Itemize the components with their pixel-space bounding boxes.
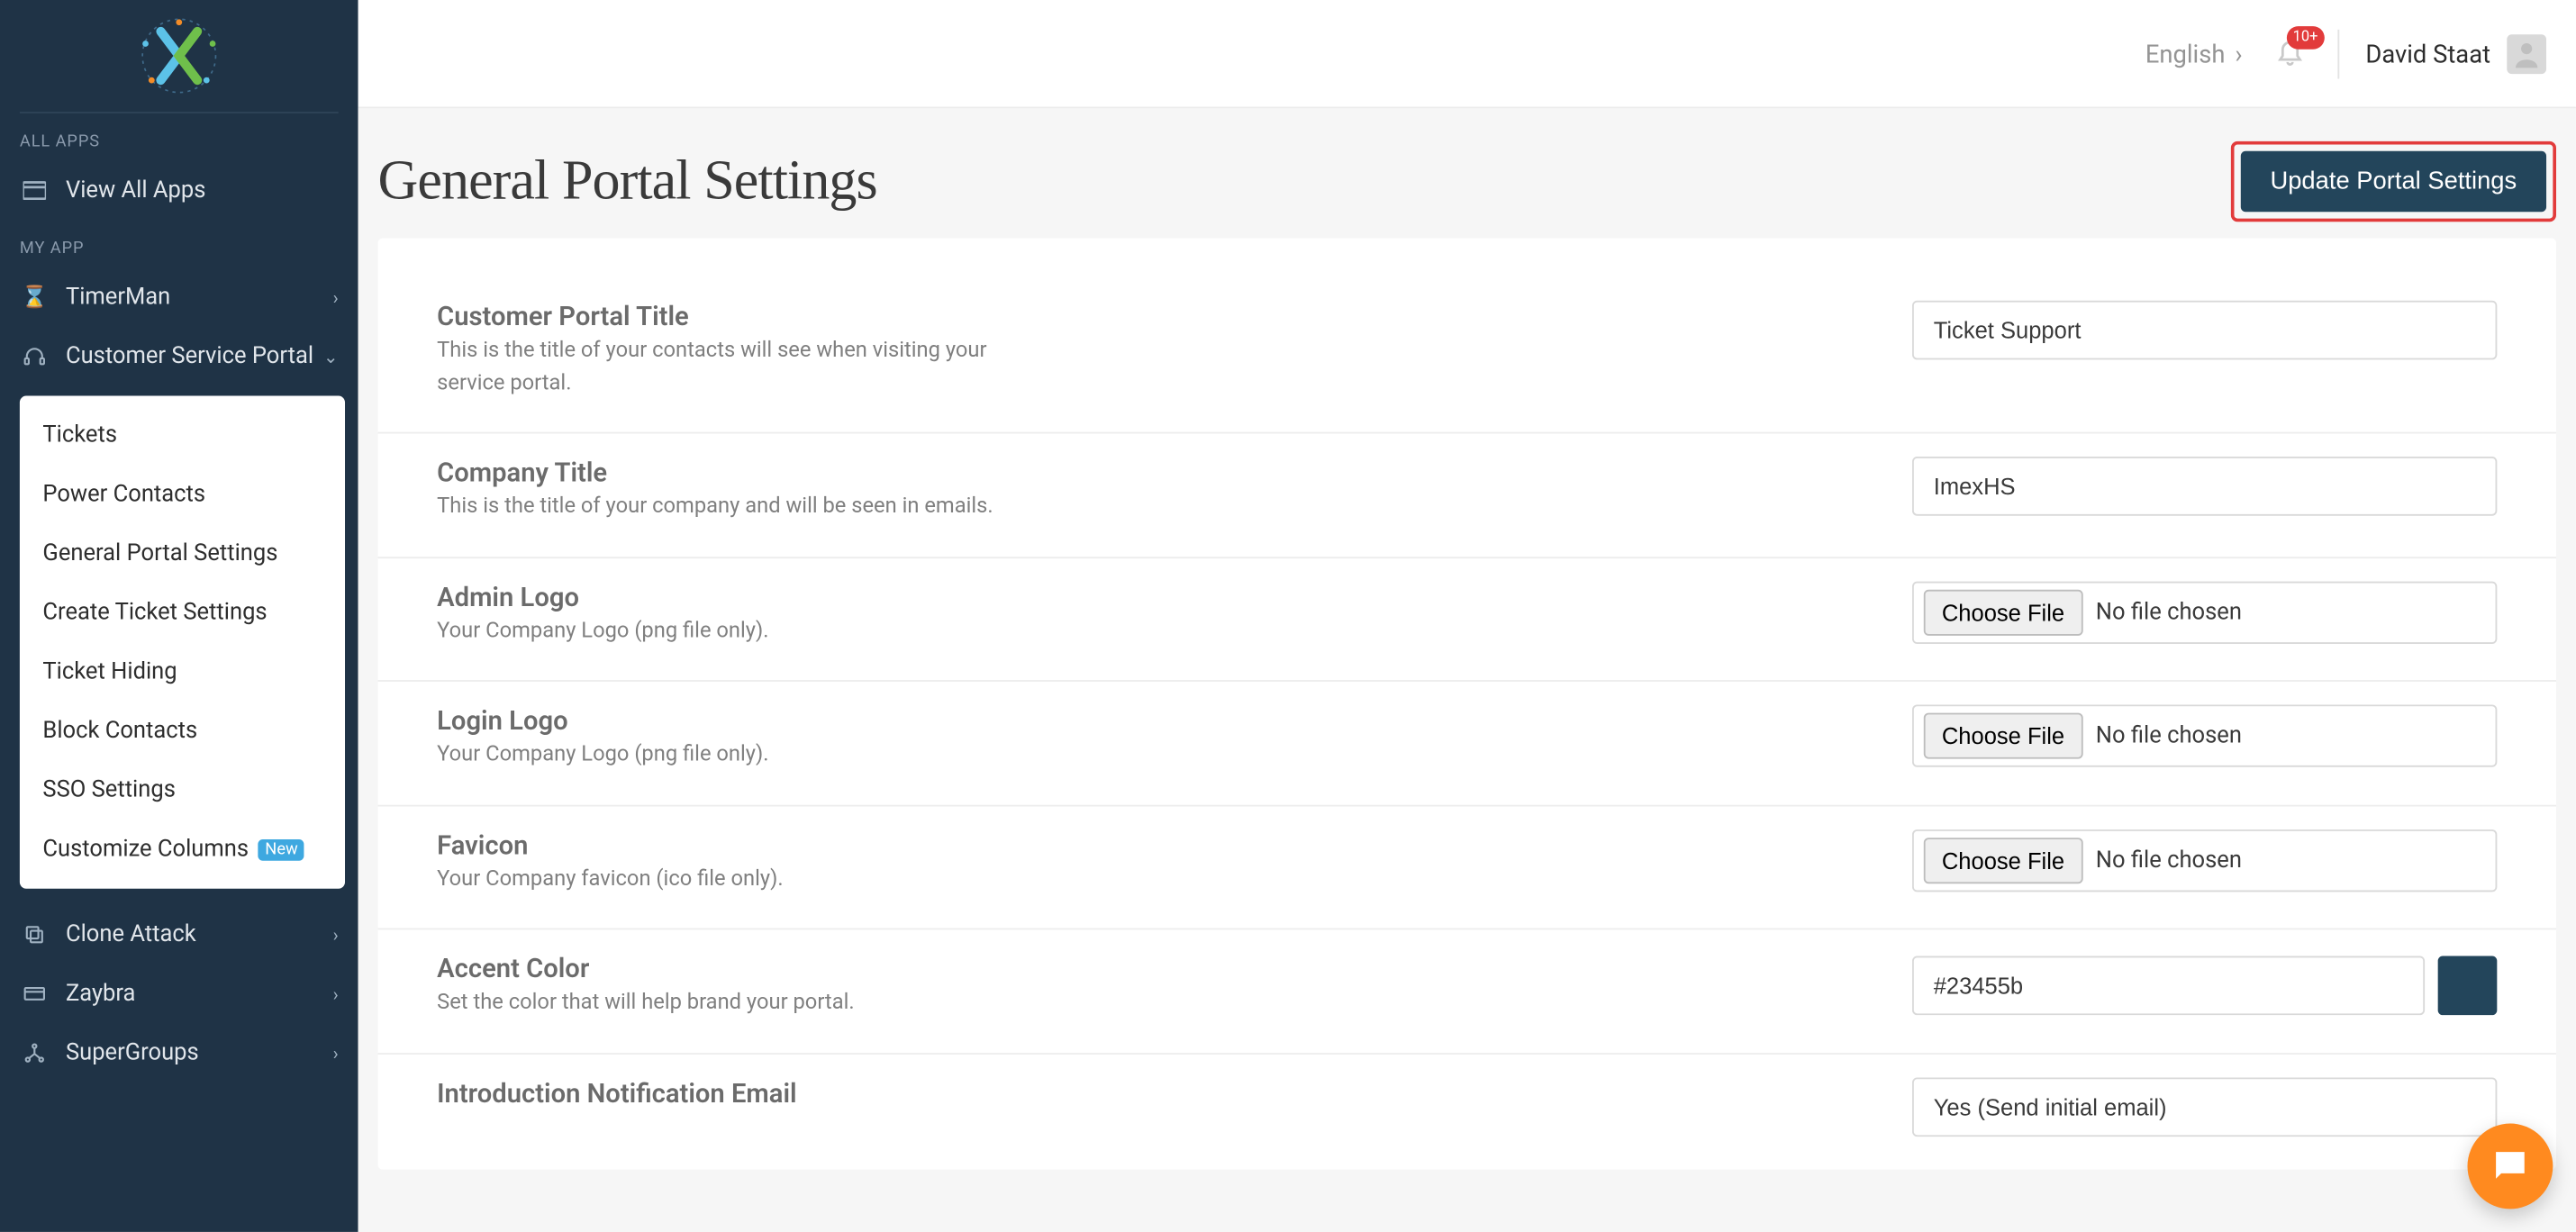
section-my-app: MY APP	[0, 220, 358, 267]
topbar: English › 10+ David Staat	[358, 0, 2576, 108]
notifications-badge: 10+	[2286, 25, 2324, 49]
row-admin-logo: Admin Logo Your Company Logo (png file o…	[377, 557, 2555, 682]
field-label: Accent Color	[437, 953, 1873, 984]
main: English › 10+ David Staat General Portal…	[358, 0, 2576, 1232]
sub-power-contacts[interactable]: Power Contacts	[20, 465, 345, 524]
nav-supergroups[interactable]: SuperGroups ›	[0, 1023, 358, 1083]
field-label: Company Title	[437, 457, 1873, 488]
file-status: No file chosen	[2096, 847, 2242, 873]
nav-customer-service-portal[interactable]: Customer Service Portal ⌄	[0, 327, 358, 386]
user-menu[interactable]: David Staat	[2365, 33, 2546, 73]
intro-email-select[interactable]	[1912, 1077, 2497, 1137]
login-logo-file-input[interactable]: Choose File No file chosen	[1912, 704, 2497, 766]
chevron-down-icon: ⌄	[323, 346, 339, 367]
chevron-right-icon: ›	[333, 286, 339, 308]
nav-label: Zaybra	[66, 981, 135, 1007]
sub-block-contacts[interactable]: Block Contacts	[20, 702, 345, 761]
chevron-right-icon: ›	[333, 983, 339, 1005]
new-badge: New	[259, 838, 304, 860]
page-title: General Portal Settings	[377, 150, 876, 213]
copy-icon	[20, 923, 50, 947]
sub-label: Ticket Hiding	[42, 658, 177, 684]
row-login-logo: Login Logo Your Company Logo (png file o…	[377, 682, 2555, 806]
field-help: Your Company favicon (ico file only).	[437, 863, 1029, 895]
field-label: Customer Portal Title	[437, 301, 1873, 332]
field-label: Admin Logo	[437, 581, 1873, 612]
field-help: This is the title of your contacts will …	[437, 335, 1029, 399]
divider	[2337, 29, 2339, 78]
sub-label: Create Ticket Settings	[42, 600, 267, 626]
submenu-customer-service: Tickets Power Contacts General Portal Se…	[20, 396, 345, 889]
row-intro-email: Introduction Notification Email	[377, 1054, 2555, 1169]
customer-portal-title-input[interactable]	[1912, 301, 2497, 360]
nav-timerman[interactable]: ⌛ TimerMan ›	[0, 267, 358, 327]
row-company-title: Company Title This is the title of your …	[377, 434, 2555, 558]
nav-view-all-apps[interactable]: View All Apps	[0, 161, 358, 221]
hourglass-icon: ⌛	[20, 285, 50, 309]
sub-tickets[interactable]: Tickets	[20, 406, 345, 466]
accent-color-input[interactable]	[1912, 956, 2425, 1016]
company-title-input[interactable]	[1912, 457, 2497, 516]
network-icon	[20, 1041, 50, 1064]
choose-file-button[interactable]: Choose File	[1924, 837, 2082, 883]
user-name: David Staat	[2365, 39, 2490, 68]
chevron-right-icon: ›	[333, 924, 339, 946]
button-highlight: Update Portal Settings	[2231, 141, 2556, 222]
sub-sso-settings[interactable]: SSO Settings	[20, 760, 345, 820]
headset-icon	[20, 345, 50, 368]
section-all-apps: ALL APPS	[0, 113, 358, 161]
chat-fab[interactable]	[2467, 1124, 2553, 1209]
sub-general-portal-settings[interactable]: General Portal Settings	[20, 524, 345, 584]
sub-label: SSO Settings	[42, 777, 175, 803]
admin-logo-file-input[interactable]: Choose File No file chosen	[1912, 581, 2497, 643]
chevron-right-icon: ›	[333, 1042, 339, 1064]
file-status: No file chosen	[2096, 599, 2242, 625]
favicon-file-input[interactable]: Choose File No file chosen	[1912, 829, 2497, 891]
language-label: English	[2145, 39, 2226, 68]
avatar-icon	[2507, 33, 2546, 73]
content-area: General Portal Settings Update Portal Se…	[358, 108, 2576, 1232]
row-accent-color: Accent Color Set the color that will hel…	[377, 929, 2555, 1054]
nav-label: TimerMan	[66, 285, 170, 311]
sub-label: Block Contacts	[42, 718, 197, 744]
nav-zaybra[interactable]: Zaybra ›	[0, 965, 358, 1024]
file-status: No file chosen	[2096, 723, 2242, 749]
nav-label: SuperGroups	[66, 1040, 199, 1066]
sidebar: ALL APPS View All Apps MY APP ⌛ TimerMan…	[0, 0, 358, 1232]
chat-icon	[2489, 1145, 2531, 1187]
field-help: Set the color that will help brand your …	[437, 987, 1029, 1019]
sub-label: Power Contacts	[42, 481, 205, 507]
field-label: Login Logo	[437, 704, 1873, 736]
nav-label: Clone Attack	[66, 921, 196, 947]
sub-label: Tickets	[42, 422, 117, 448]
sub-ticket-hiding[interactable]: Ticket Hiding	[20, 642, 345, 702]
nav-label: Customer Service Portal	[66, 343, 313, 369]
logo-icon	[133, 14, 225, 99]
notifications-button[interactable]: 10+	[2269, 35, 2311, 71]
sub-label: Customize Columns	[42, 836, 249, 862]
card-icon	[20, 983, 50, 1006]
chevron-right-icon: ›	[2235, 39, 2242, 68]
sub-label: General Portal Settings	[42, 540, 277, 566]
language-selector[interactable]: English ›	[2145, 39, 2243, 68]
field-help: Your Company Logo (png file only).	[437, 615, 1029, 648]
choose-file-button[interactable]: Choose File	[1924, 589, 2082, 635]
row-favicon: Favicon Your Company favicon (ico file o…	[377, 806, 2555, 930]
grid-icon	[20, 179, 50, 203]
app-logo	[0, 0, 358, 112]
settings-panel: Customer Portal Title This is the title …	[377, 238, 2555, 1168]
sub-customize-columns[interactable]: Customize Columns New	[20, 820, 345, 879]
nav-clone-attack[interactable]: Clone Attack ›	[0, 905, 358, 965]
field-label: Favicon	[437, 829, 1873, 860]
field-help: Your Company Logo (png file only).	[437, 739, 1029, 772]
choose-file-button[interactable]: Choose File	[1924, 713, 2082, 759]
row-customer-portal-title: Customer Portal Title This is the title …	[377, 277, 2555, 433]
field-help: This is the title of your company and wi…	[437, 491, 1029, 523]
sub-create-ticket-settings[interactable]: Create Ticket Settings	[20, 583, 345, 642]
update-portal-button[interactable]: Update Portal Settings	[2241, 151, 2546, 212]
page-header: General Portal Settings Update Portal Se…	[377, 141, 2555, 222]
color-swatch[interactable]	[2438, 956, 2498, 1016]
field-label: Introduction Notification Email	[437, 1077, 1873, 1109]
nav-label: View All Apps	[66, 177, 205, 204]
